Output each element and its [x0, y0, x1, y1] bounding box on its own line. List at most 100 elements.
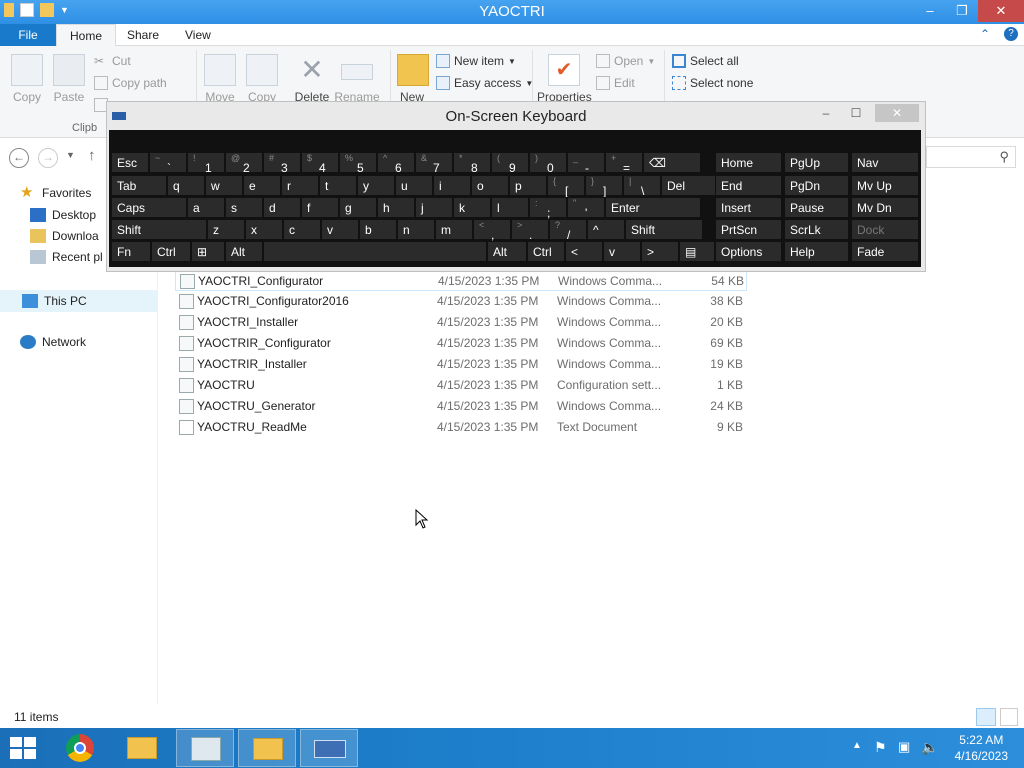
details-view-icon[interactable] — [976, 708, 996, 726]
osk-key[interactable]: b — [359, 219, 397, 240]
nav-this-pc[interactable]: This PC — [0, 290, 157, 312]
rename-button[interactable]: Rename — [334, 54, 380, 104]
osk-key[interactable]: y — [357, 175, 395, 196]
osk-key[interactable]: d — [263, 197, 301, 218]
file-row[interactable]: YAOCTRI_Configurator2016 4/15/2023 1:35 … — [175, 291, 747, 312]
osk-key[interactable]: > — [641, 241, 679, 262]
osk-key[interactable]: v — [321, 219, 359, 240]
osk-nav-key[interactable]: Options — [715, 241, 782, 262]
search-input[interactable]: ⚲ — [926, 146, 1016, 168]
tab-view[interactable]: View — [172, 24, 224, 46]
cut-button[interactable]: ✂ Cut — [94, 54, 131, 68]
file-row[interactable]: YAOCTRI_Installer 4/15/2023 1:35 PM Wind… — [175, 312, 747, 333]
edit-button[interactable]: Edit — [596, 76, 635, 90]
osk-key[interactable]: r — [281, 175, 319, 196]
osk-key[interactable]: h — [377, 197, 415, 218]
osk-key[interactable]: <, — [473, 219, 511, 242]
osk-nav-key[interactable]: ScrLk — [784, 219, 849, 240]
restore-button[interactable]: ❐ — [946, 0, 978, 22]
easy-access-button[interactable]: Easy access ▼ — [436, 76, 533, 90]
osk-key[interactable]: ▤ — [679, 241, 715, 262]
osk-key[interactable]: Ctrl — [151, 241, 191, 262]
osk-key[interactable]: Tab — [111, 175, 167, 196]
osk-key[interactable]: u — [395, 175, 433, 196]
osk-key[interactable]: f — [301, 197, 339, 218]
recent-locations-icon[interactable]: ▼ — [66, 150, 75, 160]
file-row[interactable]: YAOCTRU 4/15/2023 1:35 PM Configuration … — [175, 375, 747, 396]
osk-close-button[interactable]: ✕ — [875, 104, 919, 122]
osk-key[interactable]: t — [319, 175, 357, 196]
windows-start-icon[interactable] — [10, 737, 36, 759]
osk-key[interactable]: #3 — [263, 152, 301, 175]
osk-key[interactable]: i — [433, 175, 471, 196]
osk-key[interactable]: Del — [661, 175, 717, 196]
osk-key[interactable]: ⌫ — [643, 152, 701, 173]
osk-key[interactable]: e — [243, 175, 281, 196]
move-to-button[interactable]: Move — [204, 54, 236, 104]
osk-key[interactable]: s — [225, 197, 263, 218]
clock[interactable]: 5:22 AM 4/16/2023 — [955, 732, 1008, 764]
new-folder-button[interactable]: New — [397, 54, 429, 104]
osk-key[interactable]: Ctrl — [527, 241, 565, 262]
osk-key[interactable]: $4 — [301, 152, 339, 175]
file-row[interactable]: YAOCTRIR_Configurator 4/15/2023 1:35 PM … — [175, 333, 747, 354]
action-center-flag-icon[interactable]: ⚑ — [874, 739, 887, 756]
osk-nav-key[interactable]: Pause — [784, 197, 849, 218]
osk-nav-key[interactable]: Dock — [851, 219, 919, 240]
osk-key[interactable]: j — [415, 197, 453, 218]
file-explorer-taskbar-button[interactable] — [113, 729, 171, 767]
osk-key[interactable]: ⊞ — [191, 241, 225, 262]
osk-key[interactable]: ^ 6 — [377, 152, 415, 175]
file-row[interactable]: YAOCTRIR_Installer 4/15/2023 1:35 PM Win… — [175, 354, 747, 375]
select-all-button[interactable]: Select all — [672, 54, 739, 68]
osk-key[interactable]: @2 — [225, 152, 263, 175]
osk-key[interactable]: ) 0 — [529, 152, 567, 175]
nav-network[interactable]: Network — [20, 335, 86, 349]
osk-maximize-button[interactable]: ☐ — [845, 104, 867, 122]
osk-nav-key[interactable]: Insert — [715, 197, 782, 218]
back-arrow-icon[interactable]: ← — [9, 148, 29, 168]
osk-nav-key[interactable]: Nav — [851, 152, 919, 173]
osk-key[interactable]: Enter — [605, 197, 701, 218]
osk-nav-key[interactable]: PrtScn — [715, 219, 782, 240]
osk-key[interactable]: Shift — [625, 219, 703, 240]
close-button[interactable]: ✕ — [978, 0, 1024, 22]
osk-key[interactable]: {[ — [547, 175, 585, 198]
large-icons-view-icon[interactable] — [1000, 708, 1018, 726]
osk-key[interactable]: Shift — [111, 219, 207, 240]
osk-key[interactable]: < — [565, 241, 603, 262]
osk-key[interactable]: " ' — [567, 197, 605, 220]
file-row[interactable]: YAOCTRU_ReadMe 4/15/2023 1:35 PM Text Do… — [175, 417, 747, 438]
collapse-ribbon-icon[interactable]: ⌃ — [980, 27, 990, 41]
osk-taskbar-button[interactable] — [300, 729, 358, 767]
copy-to-button[interactable]: Copy — [246, 54, 278, 104]
osk-key[interactable]: + = — [605, 152, 643, 175]
osk-key[interactable]: Caps — [111, 197, 187, 218]
osk-key[interactable]: >. — [511, 219, 549, 242]
delete-button[interactable]: ✕ Delete — [294, 54, 330, 104]
osk-key[interactable]: w — [205, 175, 243, 196]
osk-key[interactable]: (9 — [491, 152, 529, 175]
osk-key[interactable] — [263, 241, 487, 262]
osk-key[interactable]: n — [397, 219, 435, 240]
osk-key[interactable]: | \ — [623, 175, 661, 198]
paste-button[interactable]: Paste — [52, 54, 86, 104]
osk-key[interactable]: a — [187, 197, 225, 218]
osk-key[interactable]: ? / — [549, 219, 587, 242]
osk-key[interactable]: }] — [585, 175, 623, 198]
osk-key[interactable]: v — [603, 241, 641, 262]
osk-nav-key[interactable]: Help — [784, 241, 849, 262]
osk-key[interactable]: ^ — [587, 219, 625, 240]
osk-key[interactable]: Fn — [111, 241, 151, 262]
osk-key[interactable]: :; — [529, 197, 567, 220]
osk-key[interactable]: x — [245, 219, 283, 240]
explorer-window-taskbar-button[interactable] — [238, 729, 296, 767]
performance-monitor-taskbar-button[interactable] — [176, 729, 234, 767]
osk-key[interactable]: * 8 — [453, 152, 491, 175]
osk-key[interactable]: q — [167, 175, 205, 196]
osk-key[interactable]: Alt — [487, 241, 527, 262]
minimize-button[interactable]: – — [914, 0, 946, 22]
tab-share[interactable]: Share — [114, 24, 172, 46]
osk-key[interactable]: _ - — [567, 152, 605, 175]
osk-nav-key[interactable]: PgUp — [784, 152, 849, 173]
